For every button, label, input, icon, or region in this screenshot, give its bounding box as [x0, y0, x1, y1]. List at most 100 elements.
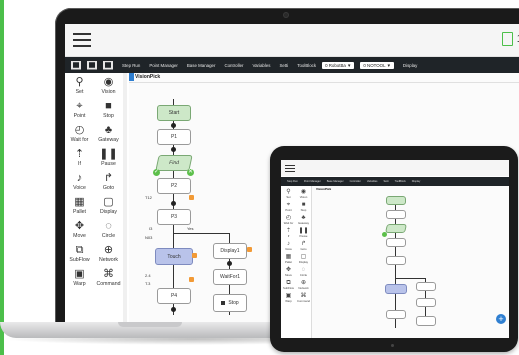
node-waitfor1[interactable]: WaitFor1: [213, 269, 247, 285]
tablet-palette-item-display[interactable]: ▢ Display: [296, 251, 311, 264]
document-icon[interactable]: [501, 32, 513, 46]
palette-item-circle[interactable]: ◌ Circle: [94, 217, 123, 241]
tablet-palette-item-move[interactable]: ✥ Move: [281, 264, 296, 277]
palette-item-wait[interactable]: ◴ Wait for: [65, 121, 94, 145]
node-p4[interactable]: P4: [157, 288, 191, 304]
tablet-menu-item[interactable]: Display: [412, 180, 421, 183]
tablet-node[interactable]: [386, 310, 406, 319]
node-touch[interactable]: Touch: [155, 248, 193, 265]
tablet-node-stop[interactable]: [416, 316, 436, 326]
tablet-menu-item[interactable]: Step Run: [287, 180, 298, 183]
tablet-tab-visionpick[interactable]: VisionPick: [316, 187, 331, 191]
palette-item-command[interactable]: ⌘ Command: [94, 265, 123, 289]
node-stop[interactable]: Stop: [213, 294, 247, 312]
node-display1[interactable]: Display1: [213, 243, 247, 259]
node-p2[interactable]: P2: [157, 178, 191, 194]
tablet-node[interactable]: [416, 282, 436, 291]
tablet-node[interactable]: [386, 238, 406, 247]
menu-controller[interactable]: Controller: [224, 63, 243, 68]
tablet-hamburger-icon[interactable]: [285, 165, 295, 173]
node-p3[interactable]: P3: [157, 209, 191, 225]
tablet-palette-item-stop[interactable]: ■ Stop: [296, 199, 311, 212]
palette-item-label: Point: [73, 113, 86, 119]
tablet-palette-item-circle[interactable]: ◌ Circle: [296, 264, 311, 277]
tablet-menu-item[interactable]: Base Manager: [327, 180, 344, 183]
menu-variables[interactable]: Variables: [252, 63, 270, 68]
flow-label: T12: [145, 195, 152, 200]
palette-item-voice[interactable]: ♪ Voice: [65, 169, 94, 193]
node-stop-label: Stop: [228, 300, 239, 306]
node-start[interactable]: Start: [157, 105, 191, 121]
palette-item-set[interactable]: ⚲ Set: [65, 73, 94, 97]
tablet-menu-item[interactable]: Controller: [350, 180, 361, 183]
palette-item-label: Pallet: [73, 209, 86, 215]
palette-item-pause[interactable]: ❚❚ Pause: [94, 145, 123, 169]
palette-item-move[interactable]: ✥ Move: [65, 217, 94, 241]
tablet-node[interactable]: [386, 196, 406, 205]
tool-select[interactable]: 0 NOTOOL ▼: [360, 61, 394, 69]
palette-item-point[interactable]: ⌖ Point: [65, 97, 94, 121]
palette-item-pallet[interactable]: ▦ Pallet: [65, 193, 94, 217]
open-file-icon[interactable]: [87, 60, 97, 70]
wait-icon: ◴: [74, 124, 85, 136]
tablet-palette-item-wait[interactable]: ◴ Wait for: [281, 212, 296, 225]
palette-item-gateway[interactable]: ♣ Gateway: [94, 121, 123, 145]
node-p1[interactable]: P1: [157, 129, 191, 145]
tab-visionpick[interactable]: VisionPick: [135, 74, 160, 80]
palette-item-network[interactable]: ⊕ Network: [94, 241, 123, 265]
tablet-palette-item-set[interactable]: ⚲ Set: [281, 186, 296, 199]
tablet-palette-item-network[interactable]: ⊕ Network: [296, 277, 311, 290]
tablet-palette-label: Warp: [285, 299, 292, 303]
connector-dot: [171, 201, 176, 206]
menu-point-manager[interactable]: Point Manager: [149, 63, 178, 68]
palette-item-display[interactable]: ▢ Display: [94, 193, 123, 217]
add-button[interactable]: +: [496, 314, 506, 324]
tablet-node[interactable]: [386, 256, 406, 265]
tablet-palette-item-if[interactable]: ⇡ If: [281, 225, 296, 238]
topbar-right: 10: [501, 32, 519, 46]
robot-base-select[interactable]: 0 RobotBa ▼: [322, 61, 355, 69]
main-toolbar: Step Run Point Manager Base Manager Cont…: [65, 57, 519, 73]
palette-scrollbar[interactable]: [123, 73, 127, 324]
tablet-palette-item-voice[interactable]: ♪ Voice: [281, 238, 296, 251]
tablet-palette-item-vision[interactable]: ◉ Vision: [296, 186, 311, 199]
tablet-palette-item-pallet[interactable]: ▦ Pallet: [281, 251, 296, 264]
tablet-node[interactable]: [385, 224, 407, 233]
tablet-palette-item-command[interactable]: ⌘ Command: [296, 290, 311, 303]
palette-item-if[interactable]: ⇡ If: [65, 145, 94, 169]
tablet-node-touch[interactable]: [385, 284, 407, 294]
menu-settings[interactable]: Setti: [279, 63, 288, 68]
palette-item-stop[interactable]: ■ Stop: [94, 97, 123, 121]
palette-item-goto[interactable]: ↱ Goto: [94, 169, 123, 193]
output-port-icon: [189, 277, 194, 282]
tablet-palette-item-goto[interactable]: ↱ Goto: [296, 238, 311, 251]
move-icon: ✥: [74, 220, 85, 232]
tablet-palette-item-gateway[interactable]: ♣ Gateway: [296, 212, 311, 225]
palette-item-vision[interactable]: ◉ Vision: [94, 73, 123, 97]
tablet-node[interactable]: [416, 298, 436, 307]
tablet-menu-item[interactable]: Variables: [367, 180, 378, 183]
tablet-flow-canvas[interactable]: VisionPick: [312, 186, 509, 338]
save-file-icon[interactable]: [103, 60, 113, 70]
tablet-palette-item-point[interactable]: ⌖ Point: [281, 199, 296, 212]
collapse-toggle[interactable]: [129, 73, 134, 81]
stop-square-icon: [221, 301, 226, 305]
menu-step-run[interactable]: Step Run: [122, 63, 140, 68]
palette-item-warp[interactable]: ▣ Warp: [65, 265, 94, 289]
menu-toolblock[interactable]: ToolBlock: [297, 63, 316, 68]
tablet-palette-item-subflow[interactable]: ⧉ SubFlow: [281, 277, 296, 290]
tablet-menu-item[interactable]: Point Manager: [304, 180, 321, 183]
menu-display[interactable]: Display: [403, 63, 417, 68]
laptop-base: [0, 322, 300, 338]
product-photo: 10 Step Run Point Manager Base Manager C…: [0, 0, 519, 355]
tablet-menu-item[interactable]: Setti: [383, 180, 388, 183]
menu-base-manager[interactable]: Base Manager: [187, 63, 216, 68]
palette-item-subflow[interactable]: ⧉ SubFlow: [65, 241, 94, 265]
new-file-icon[interactable]: [71, 60, 81, 70]
node-palette: ⚲ Set ◉ Vision ⌖ Point ■ Stop ◴ Wait for ♣ Gateway ⇡…: [65, 73, 124, 324]
tablet-menu-item[interactable]: ToolBlock: [395, 180, 406, 183]
hamburger-menu-icon[interactable]: [73, 33, 91, 47]
tablet-node[interactable]: [386, 210, 406, 219]
tablet-palette-item-warp[interactable]: ▣ Warp: [281, 290, 296, 303]
tablet-palette-item-pause[interactable]: ❚❚ Pause: [296, 225, 311, 238]
